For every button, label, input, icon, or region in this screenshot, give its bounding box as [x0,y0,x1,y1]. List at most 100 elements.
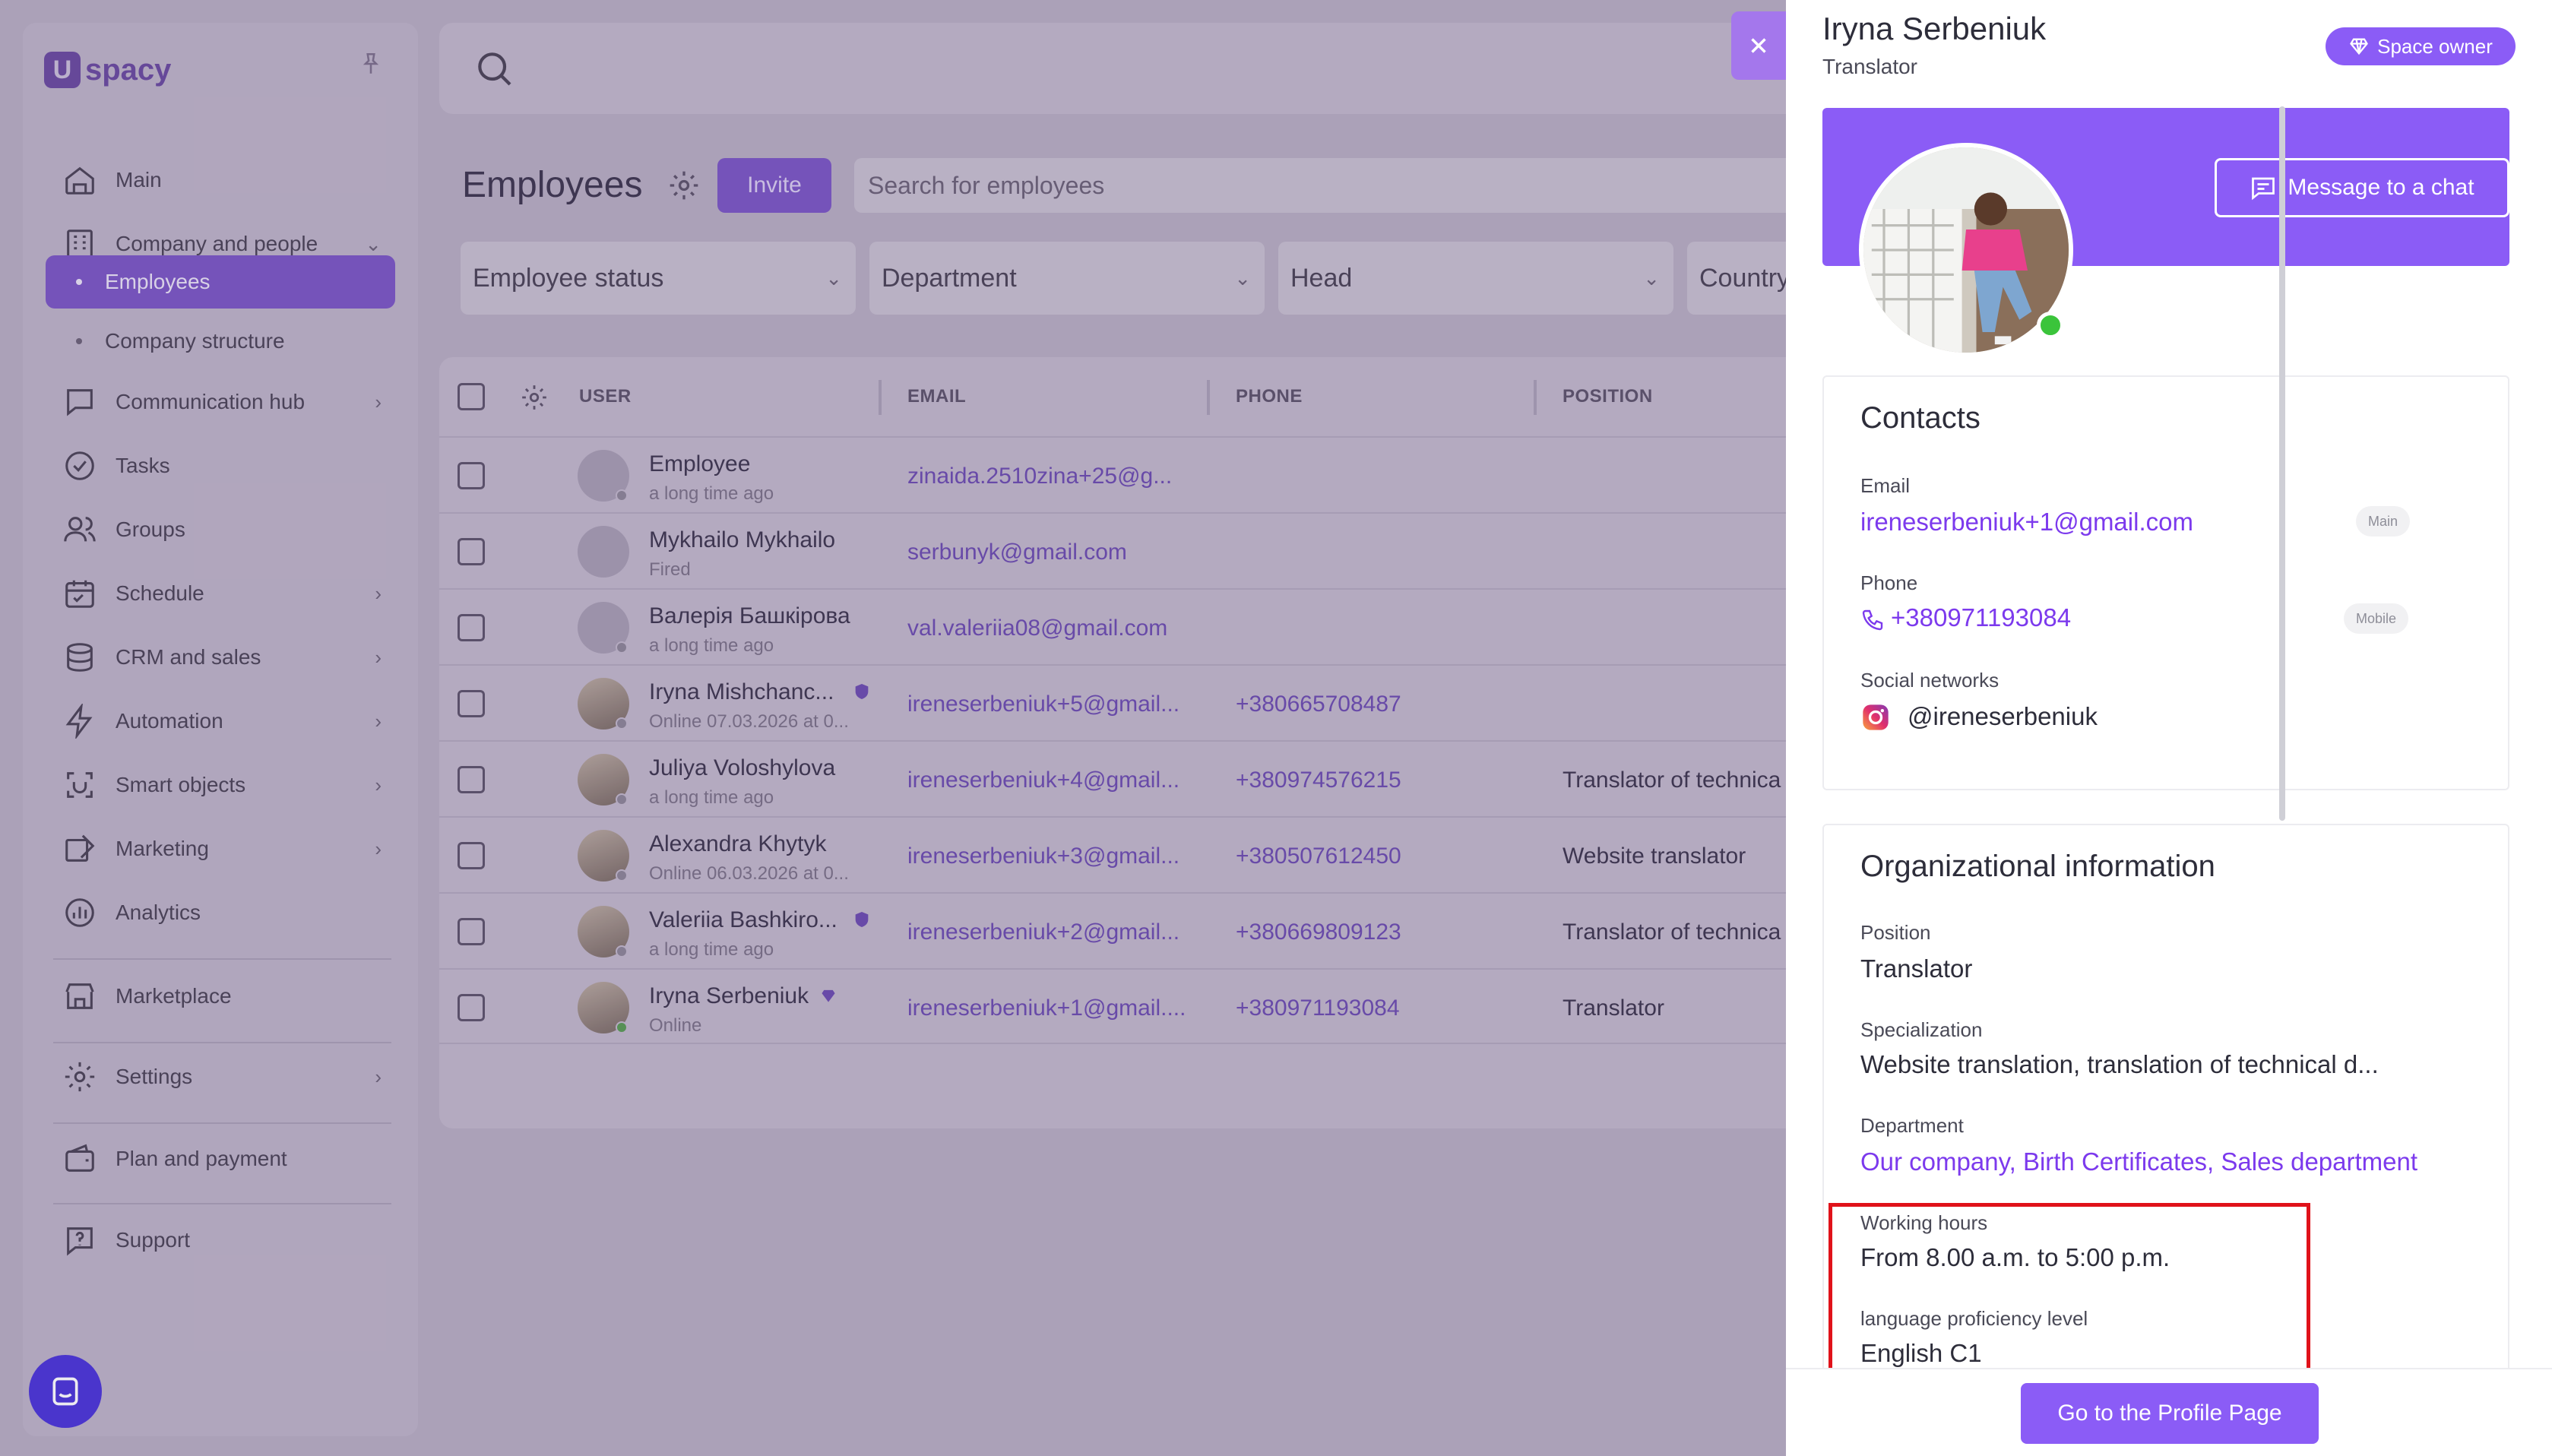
column-separator[interactable] [879,380,882,415]
online-status-dot [2037,312,2064,339]
groups-icon [59,509,100,550]
sidebar-item-employees[interactable]: Employees [46,255,395,309]
user-email[interactable]: serbunyk@gmail.com [907,540,1127,565]
user-phone[interactable]: +380669809123 [1236,919,1401,945]
panel-scrollbar[interactable] [2279,106,2285,821]
sidebar-item-crm[interactable]: CRM and sales › [46,631,395,684]
sidebar-item-tasks[interactable]: Tasks [46,439,395,492]
select-all-checkbox[interactable] [458,383,485,410]
column-settings-icon[interactable] [520,383,549,412]
divider [53,1203,391,1204]
column-separator[interactable] [1534,380,1537,415]
table-row[interactable]: Employee a long time ago zinaida.2510zin… [439,436,1786,512]
table-row[interactable]: Iryna Serbeniuk Online ireneserbeniuk+1@… [439,968,1786,1044]
social-handle[interactable]: @ireneserbeniuk [1908,702,2098,731]
logo[interactable]: U spacy [44,47,171,93]
position-label: Position [1860,921,1931,944]
table-row[interactable]: Valeriia Bashkiro... a long time ago ire… [439,892,1786,968]
sidebar-item-marketing[interactable]: Marketing › [46,822,395,875]
close-panel-button[interactable] [1731,11,1786,80]
sidebar-item-company-structure[interactable]: Company structure [46,315,395,368]
filter-country[interactable]: Country [1687,242,1790,315]
user-phone[interactable]: +380507612450 [1236,844,1401,869]
column-separator[interactable] [1207,380,1210,415]
sidebar-item-settings[interactable]: Settings › [46,1050,395,1103]
profile-scroll-area[interactable]: Message to a chat Contacts Email irenese… [1786,99,2552,1368]
user-name[interactable]: Mykhailo Mykhailo [649,527,835,553]
sidebar-item-plan[interactable]: Plan and payment [46,1132,395,1185]
column-phone[interactable]: PHONE [1236,386,1303,407]
smart-objects-icon [59,764,100,806]
user-name[interactable]: Alexandra Khytyk [649,831,826,857]
sidebar-item-label: Marketplace [116,984,232,1008]
pin-icon[interactable] [354,49,388,87]
phone-icon [1862,609,1883,631]
user-name[interactable]: Iryna Mishchanc... [649,679,834,705]
sidebar-item-groups[interactable]: Groups [46,503,395,556]
department-link[interactable]: Our company, Birth Certificates, Sales d… [1860,1147,2417,1176]
filter-employee-status[interactable]: Employee status ⌄ [461,242,856,315]
user-email[interactable]: ireneserbeniuk+1@gmail.... [907,995,1186,1021]
filter-head[interactable]: Head ⌄ [1278,242,1673,315]
user-email[interactable]: ireneserbeniuk+5@gmail... [907,692,1179,717]
column-user[interactable]: USER [579,386,632,407]
row-checkbox[interactable] [458,766,485,793]
user-status: a long time ago [649,483,774,504]
message-to-chat-button[interactable]: Message to a chat [2215,158,2509,217]
status-dot [616,641,628,654]
user-email[interactable]: val.valeriia08@gmail.com [907,616,1167,641]
table-row[interactable]: Mykhailo Mykhailo Fired serbunyk@gmail.c… [439,512,1786,588]
email-link[interactable]: ireneserbeniuk+1@gmail.com [1860,508,2193,537]
row-checkbox[interactable] [458,994,485,1021]
column-email[interactable]: EMAIL [907,386,966,407]
sidebar-item-smart-objects[interactable]: Smart objects › [46,758,395,812]
user-phone[interactable]: +380974576215 [1236,768,1401,793]
chat-bubble-icon [52,1377,78,1406]
filter-department[interactable]: Department ⌄ [869,242,1265,315]
user-email[interactable]: zinaida.2510zina+25@g... [907,464,1172,489]
invite-button[interactable]: Invite [717,158,831,213]
user-name[interactable]: Валерія Башкірова [649,603,850,629]
sidebar-item-schedule[interactable]: Schedule › [46,567,395,620]
avatar [578,526,629,578]
user-phone[interactable]: +380665708487 [1236,692,1401,717]
table-row[interactable]: Alexandra Khytyk Online 06.03.2026 at 0.… [439,816,1786,892]
row-checkbox[interactable] [458,690,485,717]
sidebar-item-communication-hub[interactable]: Communication hub › [46,375,395,429]
marketing-icon [59,828,100,869]
user-email[interactable]: ireneserbeniuk+4@gmail... [907,768,1179,793]
row-checkbox[interactable] [458,918,485,945]
sidebar-item-support[interactable]: Support [46,1214,395,1267]
search-icon[interactable] [473,47,515,90]
sidebar-item-main[interactable]: Main [46,154,395,207]
status-dot [616,717,628,730]
table-row[interactable]: Валерія Башкірова a long time ago val.va… [439,588,1786,664]
user-email[interactable]: ireneserbeniuk+3@gmail... [907,844,1179,869]
phone-link[interactable]: +380971193084 [1891,603,2071,632]
row-checkbox[interactable] [458,614,485,641]
column-position[interactable]: POSITION [1563,386,1653,407]
table-row[interactable]: Juliya Voloshylova a long time ago irene… [439,740,1786,816]
row-checkbox[interactable] [458,462,485,489]
instagram-icon[interactable] [1860,702,1891,733]
user-name[interactable]: Juliya Voloshylova [649,755,835,781]
go-to-profile-button[interactable]: Go to the Profile Page [2021,1383,2319,1444]
row-checkbox[interactable] [458,842,485,869]
app-background: U spacy Main Company and people ⌄ Employ… [0,0,1790,1456]
table-row[interactable]: Iryna Mishchanc... Online 07.03.2026 at … [439,664,1786,740]
user-email[interactable]: ireneserbeniuk+2@gmail... [907,919,1179,945]
user-name[interactable]: Valeriia Bashkiro... [649,907,837,933]
status-dot [616,793,628,806]
user-name[interactable]: Iryna Serbeniuk [649,983,809,1009]
support-chat-button[interactable] [29,1355,102,1428]
search-input[interactable]: Search for employees [854,158,1786,213]
user-name[interactable]: Employee [649,451,750,477]
sidebar-item-label: Communication hub [116,390,306,413]
gear-icon[interactable] [667,169,701,202]
sidebar-item-analytics[interactable]: Analytics [46,886,395,939]
row-checkbox[interactable] [458,538,485,565]
sidebar-item-automation[interactable]: Automation › [46,695,395,748]
sidebar-item-marketplace[interactable]: Marketplace [46,970,395,1023]
user-phone[interactable]: +380971193084 [1236,995,1400,1021]
bullet-icon [76,338,82,344]
